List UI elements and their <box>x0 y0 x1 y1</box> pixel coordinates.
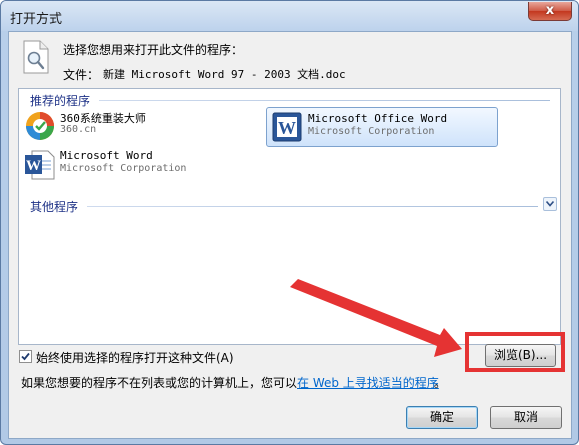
close-button[interactable]: x <box>528 2 572 21</box>
checkmark-icon <box>21 352 30 361</box>
recommended-group-header[interactable]: 推荐的程序 <box>19 89 560 109</box>
cancel-button[interactable]: 取消 <box>490 406 562 429</box>
word-document-icon: W <box>25 150 55 180</box>
always-use-label[interactable]: 始终使用选择的程序打开这种文件(A) <box>36 349 234 366</box>
close-icon: x <box>545 3 555 18</box>
expand-button[interactable] <box>543 197 557 211</box>
360-icon <box>26 112 54 140</box>
group-divider <box>87 206 538 207</box>
group-divider <box>99 100 550 101</box>
annotation-highlight-box <box>465 332 565 372</box>
app-publisher: Microsoft Corporation <box>60 163 187 174</box>
always-use-checkbox[interactable] <box>19 350 32 363</box>
svg-text:W: W <box>278 118 296 138</box>
app-item-360[interactable]: 360系统重装大师 360.cn <box>24 110 224 144</box>
dialog-title: 打开方式 <box>10 12 63 27</box>
hint-suffix: 。 <box>434 376 447 390</box>
app-item-word[interactable]: W Microsoft Word Microsoft Corporation <box>24 149 224 183</box>
file-name: 新建 Microsoft Word 97 - 2003 文档.doc <box>103 68 346 81</box>
hint-text: 如果您想要的程序不在列表或您的计算机上，您可以 <box>21 376 298 390</box>
open-with-dialog: 打开方式 x 选择您想用来打开此文件的程序： 文件： 新建 Microsoft … <box>0 0 579 445</box>
app-name: Microsoft Office Word <box>308 112 448 125</box>
title-bar[interactable]: 打开方式 x <box>1 1 578 31</box>
svg-text:W: W <box>26 158 41 174</box>
other-group-title: 其他程序 <box>30 200 79 214</box>
program-list[interactable]: 推荐的程序 360系统重装大师 360.cn W Microsoft Offic… <box>18 88 561 345</box>
file-label: 文件： <box>63 68 100 82</box>
app-publisher: Microsoft Corporation <box>308 126 435 137</box>
recommended-group-title: 推荐的程序 <box>30 94 91 108</box>
other-group-header[interactable]: 其他程序 <box>19 195 560 215</box>
dialog-body: 选择您想用来打开此文件的程序： 文件： 新建 Microsoft Word 97… <box>8 31 572 439</box>
document-search-icon <box>23 40 49 74</box>
prompt-text: 选择您想用来打开此文件的程序： <box>63 43 244 57</box>
word-icon: W <box>272 112 302 142</box>
find-on-web-link[interactable]: 在 Web 上寻找适当的程序 <box>297 374 439 391</box>
chevron-down-icon <box>546 201 554 207</box>
app-publisher: 360.cn <box>60 124 97 135</box>
app-name: Microsoft Word <box>60 149 153 162</box>
app-item-office-word[interactable]: W Microsoft Office Word Microsoft Corpor… <box>266 107 498 147</box>
find-on-web-link-text[interactable]: 在 Web 上寻找适当的程序 <box>297 376 439 390</box>
ok-button[interactable]: 确定 <box>406 406 478 429</box>
